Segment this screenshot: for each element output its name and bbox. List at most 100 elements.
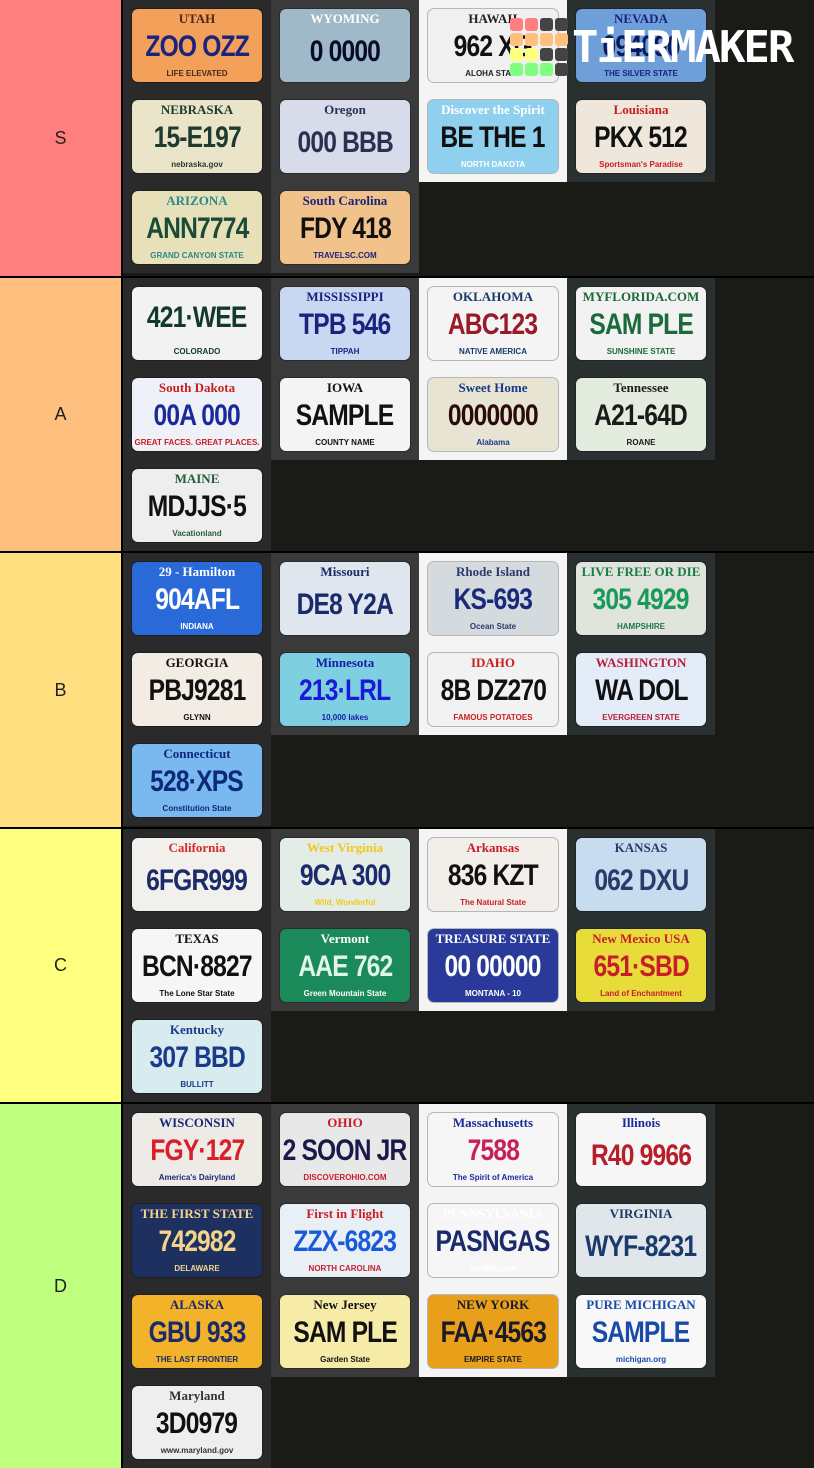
license-plate-item[interactable]: ALASKA GBU 933 THE LAST FRONTIER [123,1286,271,1377]
license-plate-item[interactable]: Illinois R40 9966 [567,1104,715,1195]
plate-state-name: New Jersey [313,1297,377,1313]
tier-label[interactable]: C [0,829,123,1102]
license-plate-image: WISCONSIN FGY·127 America's Dairyland [131,1113,263,1186]
license-plate-image: Massachusetts 7588 The Spirit of America [427,1113,559,1186]
license-plate-item[interactable]: OHIO 2 SOON JR DISCOVEROHIO.COM [271,1104,419,1195]
plate-slogan: Land of Enchantment [600,988,682,998]
license-plate-item[interactable]: OKLAHOMA ABC123 NATIVE AMERICA [419,278,567,369]
logo-grid-cell [540,63,553,76]
license-plate-item[interactable]: First in Flight ZZX-6823 NORTH CAROLINA [271,1195,419,1286]
license-plate-item[interactable]: PENNSYLVANIA PASNGAS visitPA.com [419,1195,567,1286]
plate-number: 9CA 300 [299,859,391,893]
license-plate-item[interactable]: Arkansas 836 KZT The Natural State [419,829,567,920]
plate-slogan: DISCOVEROHIO.COM [303,1172,387,1182]
license-plate-item[interactable]: Minnesota 213·LRL 10,000 lakes [271,644,419,735]
license-plate-item[interactable]: NEW YORK FAA·4563 EMPIRE STATE [419,1286,567,1377]
plate-number: 8B DZ270 [440,674,546,708]
license-plate-item[interactable]: IOWA SAMPLE COUNTY NAME [271,369,419,460]
license-plate-item[interactable]: 29 - Hamilton 904AFL INDIANA [123,553,271,644]
license-plate-image: Oregon 000 BBB [279,100,411,173]
license-plate-item[interactable]: WISCONSIN FGY·127 America's Dairyland [123,1104,271,1195]
license-plate-item[interactable]: PURE MICHIGAN SAMPLE michigan.org [567,1286,715,1377]
plate-number: PASNGAS [435,1225,551,1259]
license-plate-item[interactable]: Discover the Spirit BE THE 1 NORTH DAKOTA [419,91,567,182]
tier-label[interactable]: S [0,0,123,276]
plate-slogan: michigan.org [615,1354,667,1364]
plate-slogan: GRAND CANYON STATE [150,250,244,260]
plate-state-name: WASHINGTON [595,655,687,671]
license-plate-item[interactable]: THE FIRST STATE 742982 DELAWARE [123,1195,271,1286]
plate-slogan: America's Dairyland [158,1172,236,1182]
plate-state-name: GEORGIA [165,655,229,671]
license-plate-item[interactable]: Missouri DE8 Y2A [271,553,419,644]
license-plate-item[interactable]: 421·WEE COLORADO [123,278,271,369]
license-plate-item[interactable]: Connecticut 528·XPS Constitution State [123,735,271,826]
license-plate-image: West Virginia 9CA 300 Wild, Wonderful [279,838,411,911]
plate-number: 7588 [467,1134,519,1168]
license-plate-image: PENNSYLVANIA PASNGAS visitPA.com [427,1204,559,1277]
license-plate-item[interactable]: Louisiana PKX 512 Sportsman's Paradise [567,91,715,182]
plate-state-name: LIVE FREE OR DIE [581,564,701,580]
license-plate-image: WYOMING 0 0000 [279,9,411,82]
plate-state-name: Oregon [324,102,366,118]
license-plate-item[interactable]: Rhode Island KS-693 Ocean State [419,553,567,644]
tier-label[interactable]: A [0,278,123,551]
plate-state-name: Discover the Spirit [441,102,545,118]
plate-state-name: South Carolina [302,193,388,209]
license-plate-image: Vermont AAE 762 Green Mountain State [279,929,411,1002]
license-plate-item[interactable]: GEORGIA PBJ9281 GLYNN [123,644,271,735]
license-plate-item[interactable]: Massachusetts 7588 The Spirit of America [419,1104,567,1195]
plate-number: 528·XPS [150,765,245,799]
license-plate-item[interactable]: Vermont AAE 762 Green Mountain State [271,920,419,1011]
tier-label[interactable]: D [0,1104,123,1468]
license-plate-item[interactable]: MISSISSIPPI TPB 546 TIPPAH [271,278,419,369]
tiermaker-watermark: TiERMAKER [510,18,794,76]
plate-slogan: GREAT FACES. GREAT PLACES. [134,437,260,447]
license-plate-item[interactable]: WYOMING 0 0000 [271,0,419,91]
license-plate-item[interactable]: Kentucky 307 BBD BULLITT [123,1011,271,1102]
license-plate-item[interactable]: South Carolina FDY 418 TRAVELSC.COM [271,182,419,273]
tier-row-c: C California 6FGR999 West Virginia 9CA 300 Wi… [0,827,814,1102]
plate-number: 15-E197 [153,121,241,155]
license-plate-item[interactable]: WASHINGTON WA DOL EVERGREEN STATE [567,644,715,735]
plate-state-name: Louisiana [613,102,669,118]
license-plate-item[interactable]: Tennessee A21-64D ROANE [567,369,715,460]
tier-label[interactable]: B [0,553,123,827]
license-plate-item[interactable]: MAINE MDJJS·5 Vacationland [123,460,271,551]
license-plate-item[interactable]: New Mexico USA 651·SBD Land of Enchantment [567,920,715,1011]
license-plate-item[interactable]: NEBRASKA 15-E197 nebraska.gov [123,91,271,182]
plate-slogan: NORTH CAROLINA [308,1263,382,1273]
license-plate-item[interactable]: South Dakota 00A 000 GREAT FACES. GREAT PL… [123,369,271,460]
license-plate-item[interactable]: UTAH ZOO OZZ LIFE ELEVATED [123,0,271,91]
license-plate-item[interactable]: Sweet Home 0000000 Alabama [419,369,567,460]
plate-state-name: PURE MICHIGAN [586,1297,696,1313]
license-plate-image: Maryland 3D0979 www.maryland.gov [131,1386,263,1459]
plate-number: PKX 512 [594,121,689,155]
plate-number: TPB 546 [299,308,391,342]
license-plate-item[interactable]: MYFLORIDA.COM SAM PLE SUNSHINE STATE [567,278,715,369]
license-plate-item[interactable]: Oregon 000 BBB [271,91,419,182]
logo-grid-cell [510,48,523,61]
license-plate-image: IDAHO 8B DZ270 FAMOUS POTATOES [427,653,559,726]
plate-slogan: DELAWARE [174,1263,220,1273]
license-plate-item[interactable]: IDAHO 8B DZ270 FAMOUS POTATOES [419,644,567,735]
logo-grid-cell [540,48,553,61]
plate-number: R40 9966 [590,1139,692,1173]
license-plate-item[interactable]: West Virginia 9CA 300 Wild, Wonderful [271,829,419,920]
plate-number: 421·WEE [147,301,247,335]
license-plate-image: PURE MICHIGAN SAMPLE michigan.org [575,1295,707,1368]
plate-number: 904AFL [155,583,240,617]
license-plate-item[interactable]: TEXAS BCN·8827 The Lone Star State [123,920,271,1011]
logo-grid-cell [555,33,568,46]
license-plate-item[interactable]: Maryland 3D0979 www.maryland.gov [123,1377,271,1468]
license-plate-item[interactable]: VIRGINIA WYF-8231 [567,1195,715,1286]
license-plate-image: Arkansas 836 KZT The Natural State [427,838,559,911]
license-plate-item[interactable]: New Jersey SAM PLE Garden State [271,1286,419,1377]
license-plate-item[interactable]: LIVE FREE OR DIE 305 4929 HAMPSHIRE [567,553,715,644]
license-plate-item[interactable]: California 6FGR999 [123,829,271,920]
license-plate-item[interactable]: ARIZONA ANN7774 GRAND CANYON STATE [123,182,271,273]
license-plate-item[interactable]: TREASURE STATE 00 00000 MONTANA - 10 [419,920,567,1011]
license-plate-item[interactable]: KANSAS 062 DXU [567,829,715,920]
plate-state-name: Missouri [320,564,370,580]
plate-slogan: The Lone Star State [159,988,235,998]
